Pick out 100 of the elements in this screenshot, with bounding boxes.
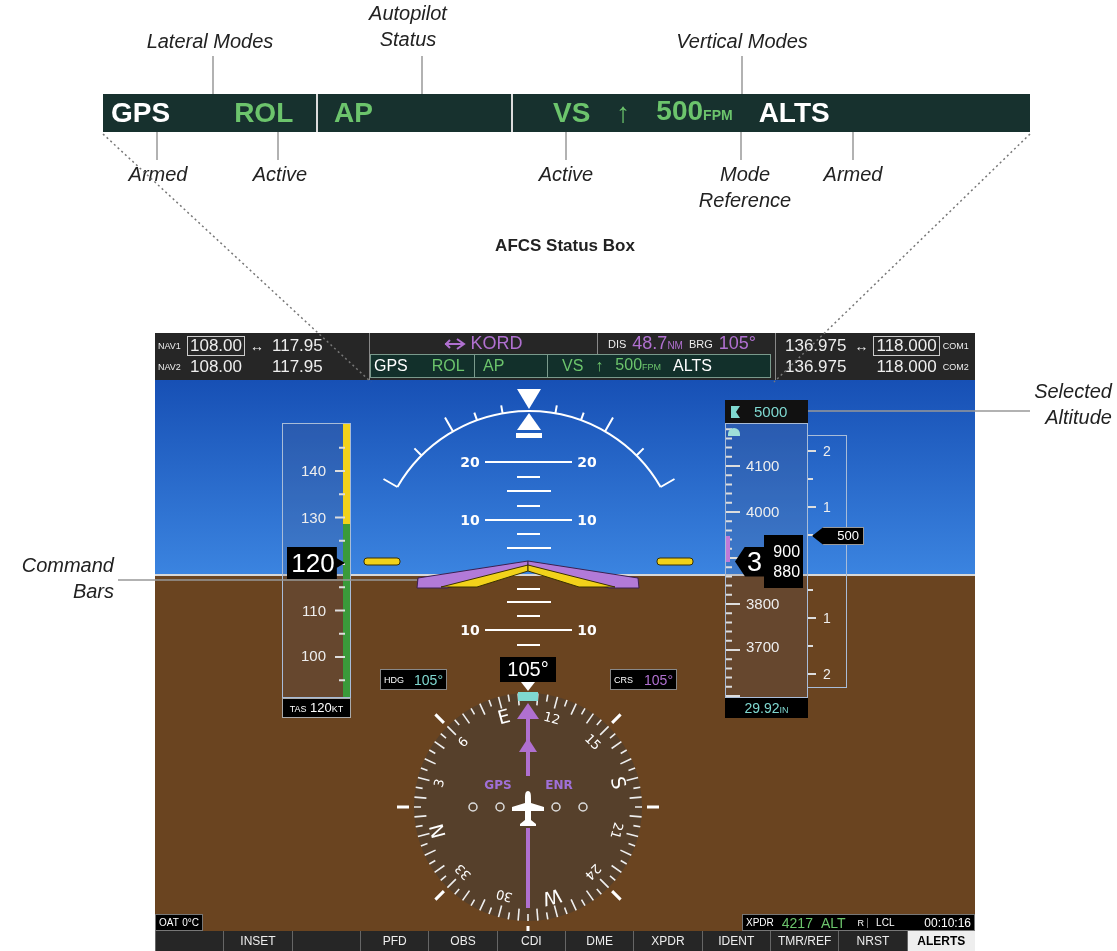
softkey[interactable]: INSET	[223, 931, 292, 951]
time-label: LCL	[876, 917, 895, 928]
heading-bug-icon	[518, 692, 538, 701]
blank-softkey[interactable]	[155, 931, 224, 951]
leader-line	[741, 55, 743, 95]
com-standby-frequency: 136.975	[784, 357, 848, 377]
swap-symbol: ↔	[853, 338, 870, 354]
com-frequency[interactable]: 118.000	[873, 357, 940, 377]
callout-label: Active	[538, 162, 594, 187]
heading-select-box: HDG 105°	[380, 669, 447, 690]
softkey[interactable]: NRST	[838, 931, 907, 951]
vertical-speed-label: 2	[823, 665, 831, 683]
roll-pointer-drawing	[516, 389, 542, 438]
com-frequency[interactable]: 118.000	[873, 336, 940, 356]
course-select-box: CRS 105°	[610, 669, 677, 690]
airspeed-label: 100	[300, 647, 326, 665]
pitch-label: 10	[577, 512, 597, 528]
compass-label: 24	[582, 860, 605, 884]
softkey[interactable]: PFD	[360, 931, 429, 951]
airspeed-label: 130	[300, 509, 326, 527]
bearing-label: BRG	[688, 337, 713, 350]
airspeed-label: 140	[300, 462, 326, 480]
afcs-mode-text: ALTS	[673, 356, 712, 376]
altitude-label: 4100	[746, 457, 780, 475]
nav-standby-frequency: 117.95	[271, 336, 324, 356]
afcs-mode-text: ALTS	[758, 96, 830, 130]
afcs-mode-text: ↑	[616, 96, 631, 130]
callout-label: Mode Reference	[697, 162, 793, 213]
callout-label: Vertical Modes	[676, 29, 808, 54]
transponder-mode: ALT	[820, 914, 846, 931]
compass-label: 12	[541, 708, 562, 728]
afcs-mode-text: 500FPM	[656, 94, 733, 128]
distance-label: DIS	[608, 337, 627, 350]
callout-label: Active	[252, 162, 308, 187]
transponder-code: 4217	[781, 914, 813, 931]
softkey[interactable]: CDI	[496, 931, 565, 951]
afcs-mode-text: ↑	[595, 356, 604, 376]
afcs-mode-text: VS	[562, 356, 584, 376]
softkey[interactable]: OBS	[428, 931, 497, 951]
altitude-bug-marker	[726, 536, 730, 562]
drum-digits: 900	[772, 541, 801, 562]
flight-phase-label: ENR	[545, 778, 573, 792]
callout-label: Armed	[128, 162, 188, 187]
afcs-mode-text: VS	[553, 96, 591, 130]
afcs-mode-text: GPS	[111, 96, 171, 130]
nav-label: NAV1	[158, 341, 182, 351]
nav-frequency[interactable]: 108.00	[187, 357, 245, 377]
transponder-label: XPDR	[746, 917, 774, 928]
vertical-speed-label: 1	[823, 498, 831, 516]
figure-caption: AFCS Status Box	[495, 236, 635, 256]
pitch-label: 20	[577, 454, 597, 470]
afcs-mode-text: AP	[334, 96, 373, 130]
altitude-bug-icon	[731, 405, 740, 418]
pitch-label: 10	[460, 622, 480, 638]
nav-label: NAV2	[158, 362, 182, 372]
softkey[interactable]: DME	[564, 931, 634, 951]
compass-label: 21	[607, 820, 627, 841]
selected-altitude-value: 5000	[754, 403, 788, 420]
pitch-label: 10	[460, 512, 480, 528]
compass-label: 6	[454, 733, 472, 751]
pitch-label: 10	[577, 622, 597, 638]
com-label: COM2	[942, 362, 969, 372]
reply-indicator: R	[857, 917, 869, 928]
navigation-source-label: GPS	[484, 778, 512, 792]
bearing-value: 105°	[718, 333, 757, 354]
vertical-speed-label: 1	[823, 609, 831, 627]
compass-label: E	[495, 704, 513, 729]
altitude-trend-marker	[728, 428, 740, 436]
compass-label: 30	[494, 886, 515, 906]
swap-symbol: ↔	[249, 338, 265, 354]
afcs-mode-text: 500FPM	[615, 355, 662, 375]
callout-label: Lateral Modes	[146, 29, 274, 54]
barometric-setting: 29.92IN	[725, 698, 808, 718]
softkey[interactable]: ALERTS	[906, 931, 975, 951]
vertical-speed-bug: 500	[812, 527, 864, 545]
com-label: COM1	[942, 341, 969, 351]
compass-label: 15	[581, 730, 605, 754]
airplane-icon	[512, 791, 544, 826]
clock-time: 00:10:16	[924, 915, 971, 930]
callout-label: Armed	[823, 162, 883, 187]
vertical-speed-label: 2	[823, 442, 831, 460]
softkey[interactable]: XPDR	[633, 931, 702, 951]
leader-line	[421, 55, 423, 95]
compass-label: S	[606, 774, 631, 792]
nav-frequency[interactable]: 108.00	[187, 336, 245, 356]
afcs-mode-text: AP	[483, 356, 505, 376]
compass-label: N	[424, 821, 450, 841]
afcs-mode-text: ROL	[234, 96, 294, 130]
altitude-label: 3700	[746, 638, 780, 656]
compass-label: W	[540, 884, 565, 911]
pitch-label: 20	[460, 454, 480, 470]
leader-line	[212, 55, 214, 95]
softkey[interactable]: IDENT	[701, 931, 770, 951]
softkey[interactable]: TMR/REF	[769, 931, 839, 951]
altitude-label: 3800	[746, 595, 780, 613]
leader-line	[740, 131, 742, 161]
leader-line	[565, 131, 567, 161]
callout-label: Selected Altitude	[1033, 379, 1112, 430]
altitude-label: 4000	[746, 503, 780, 521]
outside-air-temperature: OAT 0°C	[155, 914, 203, 931]
